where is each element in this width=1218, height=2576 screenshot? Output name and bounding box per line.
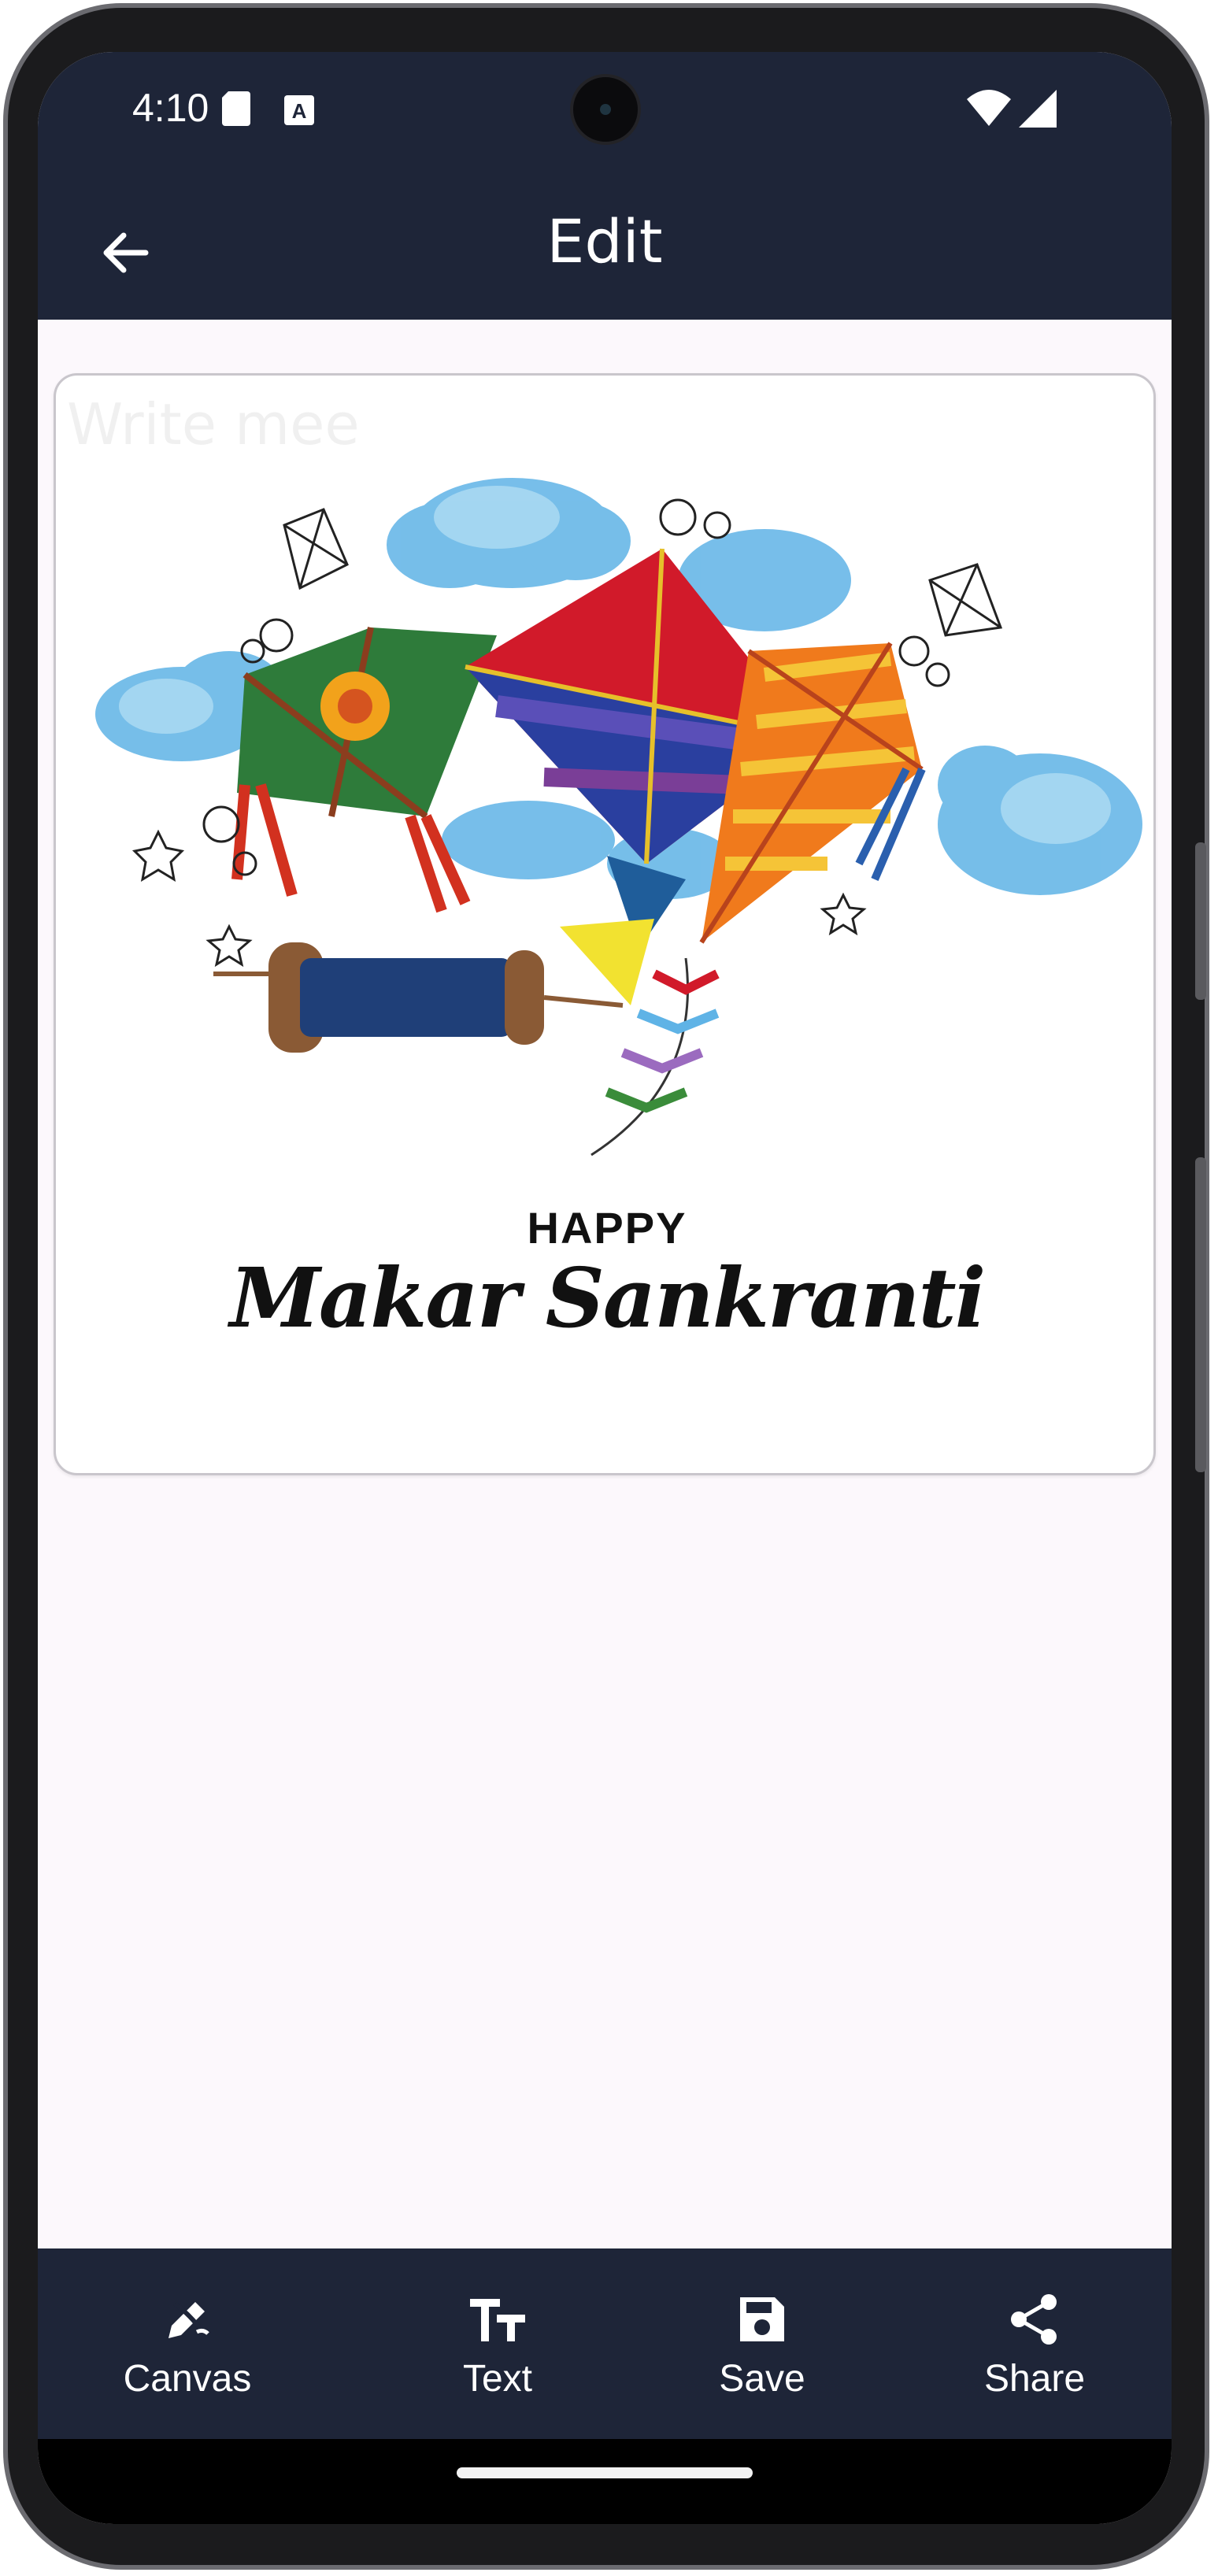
greeting-canvas[interactable]: Write mee HAPPY Makar Sankranti xyxy=(54,373,1156,1475)
sd-card-icon xyxy=(222,91,250,126)
wifi-icon xyxy=(967,90,1011,126)
save-label: Save xyxy=(719,2357,805,2400)
accessibility-a-icon: A xyxy=(284,95,314,125)
save-button[interactable]: Save xyxy=(683,2248,841,2439)
text-size-icon xyxy=(470,2298,525,2341)
volume-button xyxy=(1195,842,1206,1000)
share-button[interactable]: Share xyxy=(956,2248,1113,2439)
text-button[interactable]: Text xyxy=(419,2248,576,2439)
phone-device: 4:10 A Edit Write mee HAPPY Makar Sankra… xyxy=(0,0,1218,2576)
app-top-bar: 4:10 A Edit xyxy=(38,52,1172,320)
status-time: 4:10 xyxy=(132,86,209,130)
canvas-button[interactable]: Canvas xyxy=(109,2248,266,2439)
gesture-navigation-bar xyxy=(38,2439,1172,2524)
watermark-text: Write mee xyxy=(67,391,360,457)
cell-signal-icon xyxy=(1019,90,1057,128)
front-camera xyxy=(570,74,641,145)
page-title: Edit xyxy=(546,206,663,276)
phone-screen: 4:10 A Edit Write mee HAPPY Makar Sankra… xyxy=(38,52,1172,2524)
share-icon xyxy=(1011,2293,1057,2345)
canvas-label: Canvas xyxy=(123,2357,252,2400)
bottom-navigation: Canvas Text Save Share xyxy=(38,2248,1172,2439)
greeting-line1[interactable]: HAPPY xyxy=(56,1202,1153,1253)
text-label: Text xyxy=(462,2357,533,2400)
greeting-line2[interactable]: Makar Sankranti xyxy=(56,1249,1153,1346)
svg-text:A: A xyxy=(292,99,307,123)
canvas-edit-icon xyxy=(168,2301,209,2338)
share-label: Share xyxy=(983,2357,1086,2400)
status-bar: 4:10 A xyxy=(38,52,1172,162)
home-indicator[interactable] xyxy=(457,2467,753,2478)
power-button xyxy=(1195,1157,1206,1472)
save-icon xyxy=(740,2297,784,2341)
